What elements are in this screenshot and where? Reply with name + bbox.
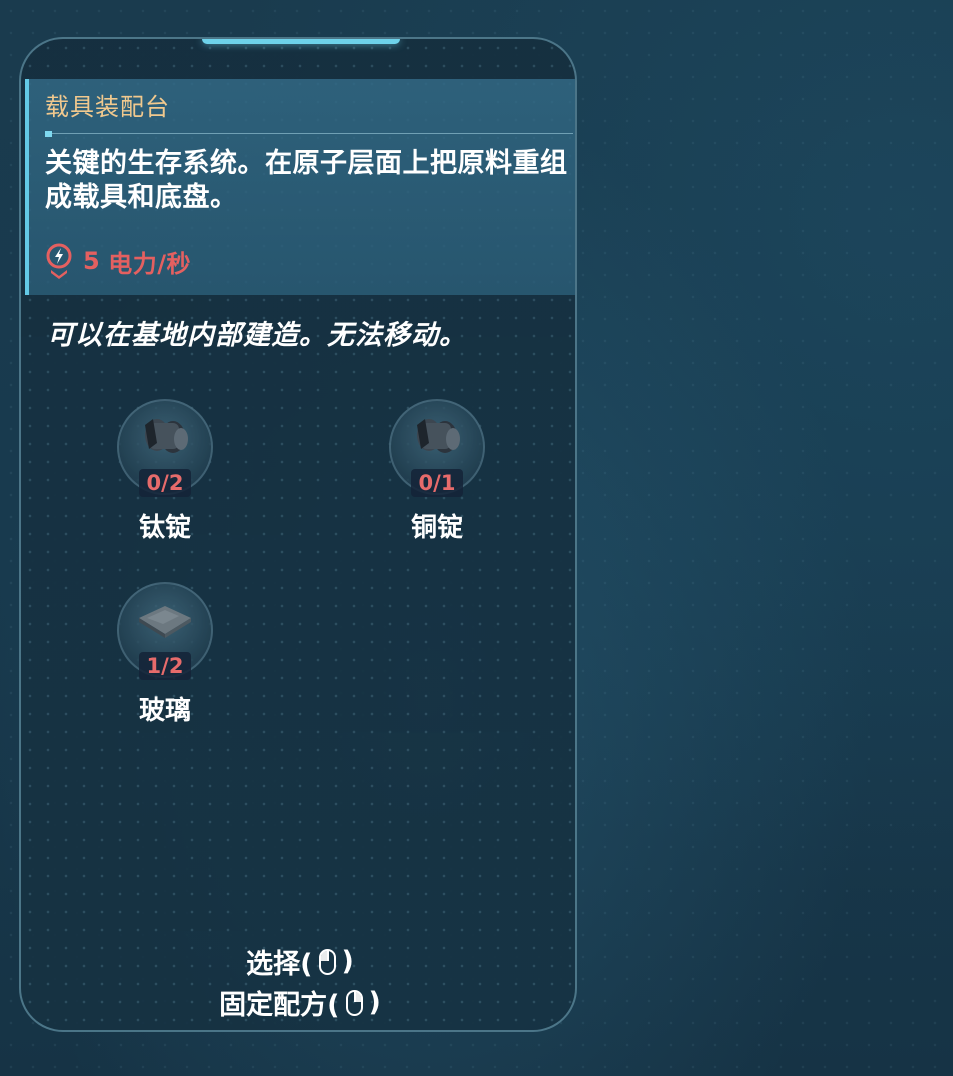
- left-mouse-icon: [318, 948, 336, 975]
- select-hint-close: ): [341, 946, 354, 977]
- ingredient-count: 1/2: [139, 652, 191, 680]
- pin-hint-close: ): [368, 987, 381, 1018]
- select-hint[interactable]: 选择( ): [21, 942, 575, 981]
- ingredient-name: 铜锭: [410, 513, 463, 543]
- ingredient-glass[interactable]: 1/2 玻璃: [95, 582, 235, 732]
- recipe-description: 关键的生存系统。在原子层面上把原料重组成载具和底盘。: [45, 148, 568, 213]
- pin-recipe-hint[interactable]: 固定配方( ): [21, 983, 575, 1022]
- title-divider: [45, 133, 573, 134]
- select-hint-label: 选择(: [246, 949, 313, 980]
- recipe-tooltip-panel: 载具装配台 关键的生存系统。在原子层面上把原料重组成载具和底盘。 5 电力/秒 …: [19, 37, 577, 1032]
- power-value: 5: [83, 247, 101, 275]
- pin-hint-label: 固定配方(: [219, 990, 340, 1021]
- recipe-title: 载具装配台: [45, 93, 170, 121]
- power-unit: 电力/秒: [108, 249, 191, 278]
- power-consumption: 5 电力/秒: [45, 241, 191, 281]
- ingredient-name: 钛锭: [138, 513, 191, 543]
- game-screen: 载具装配台 关键的生存系统。在原子层面上把原料重组成载具和底盘。 5 电力/秒 …: [0, 0, 953, 1076]
- ingredient-count: 0/2: [139, 469, 191, 497]
- ingredient-copper-ingot[interactable]: 0/1 铜锭: [367, 399, 507, 549]
- ingredient-count: 0/1: [411, 469, 463, 497]
- recipe-header: 载具装配台 关键的生存系统。在原子层面上把原料重组成载具和底盘。 5 电力/秒: [25, 79, 575, 295]
- ingot-icon: [145, 419, 188, 453]
- placement-note: 可以在基地内部建造。无法移动。: [47, 320, 467, 351]
- ingot-icon: [417, 419, 460, 453]
- divider-marker: [45, 131, 52, 137]
- ingredient-name: 玻璃: [138, 696, 191, 726]
- power-icon: [45, 242, 75, 280]
- ingredient-titanium-ingot[interactable]: 0/2 钛锭: [95, 399, 235, 549]
- glass-icon: [139, 606, 191, 638]
- right-mouse-icon: [345, 989, 363, 1016]
- panel-top-accent: [202, 39, 400, 44]
